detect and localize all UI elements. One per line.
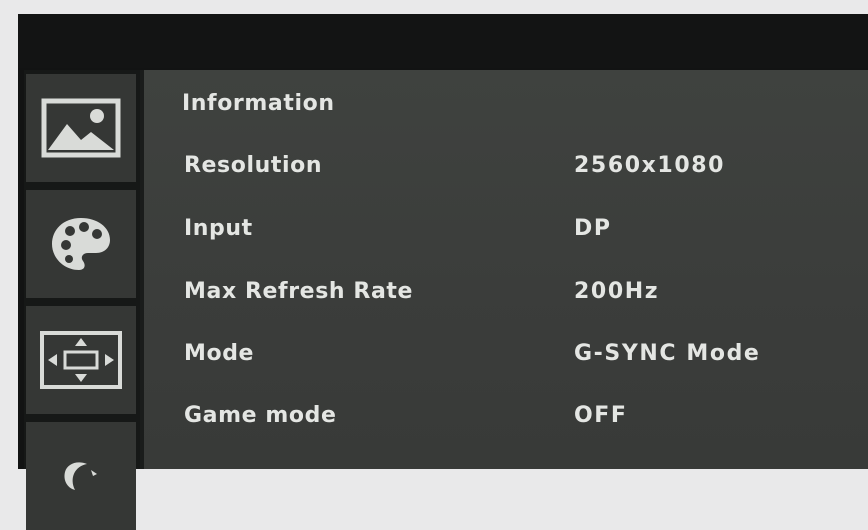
max-refresh-rate-label: Max Refresh Rate xyxy=(184,279,414,304)
resolution-label: Resolution xyxy=(184,153,323,178)
picture-icon xyxy=(41,98,121,158)
info-row-max-refresh-rate: Max Refresh Rate 200Hz xyxy=(144,272,868,312)
info-row-input: Input DP xyxy=(144,209,868,249)
osd-sidebar xyxy=(24,70,140,530)
mode-value: G-SYNC Mode xyxy=(574,341,761,366)
resolution-value: 2560x1080 xyxy=(574,153,726,178)
monitor-top-bezel xyxy=(18,14,868,68)
info-row-game-mode: Game mode OFF xyxy=(144,396,868,436)
sidebar-item-display[interactable] xyxy=(26,306,136,414)
osd-menu: Information Resolution 2560x1080 Input D… xyxy=(24,70,868,530)
monitor-bezel: Information Resolution 2560x1080 Input D… xyxy=(18,14,868,530)
max-refresh-rate-value: 200Hz xyxy=(574,279,660,304)
mode-label: Mode xyxy=(184,341,255,366)
input-value: DP xyxy=(574,216,612,241)
game-mode-label: Game mode xyxy=(184,403,337,428)
panel-title: Information xyxy=(182,91,335,116)
game-mode-value: OFF xyxy=(574,403,628,428)
sidebar-item-system[interactable] xyxy=(26,422,136,530)
information-panel: Information Resolution 2560x1080 Input D… xyxy=(144,70,868,469)
sidebar-item-color[interactable] xyxy=(26,190,136,298)
palette-icon xyxy=(52,218,110,270)
moon-icon xyxy=(64,462,97,490)
info-row-mode: Mode G-SYNC Mode xyxy=(144,334,868,374)
info-row-resolution: Resolution 2560x1080 xyxy=(144,146,868,186)
display-size-icon xyxy=(40,331,122,389)
photo-frame: Information Resolution 2560x1080 Input D… xyxy=(0,0,868,530)
sidebar-item-picture[interactable] xyxy=(26,74,136,182)
input-label: Input xyxy=(184,216,253,241)
